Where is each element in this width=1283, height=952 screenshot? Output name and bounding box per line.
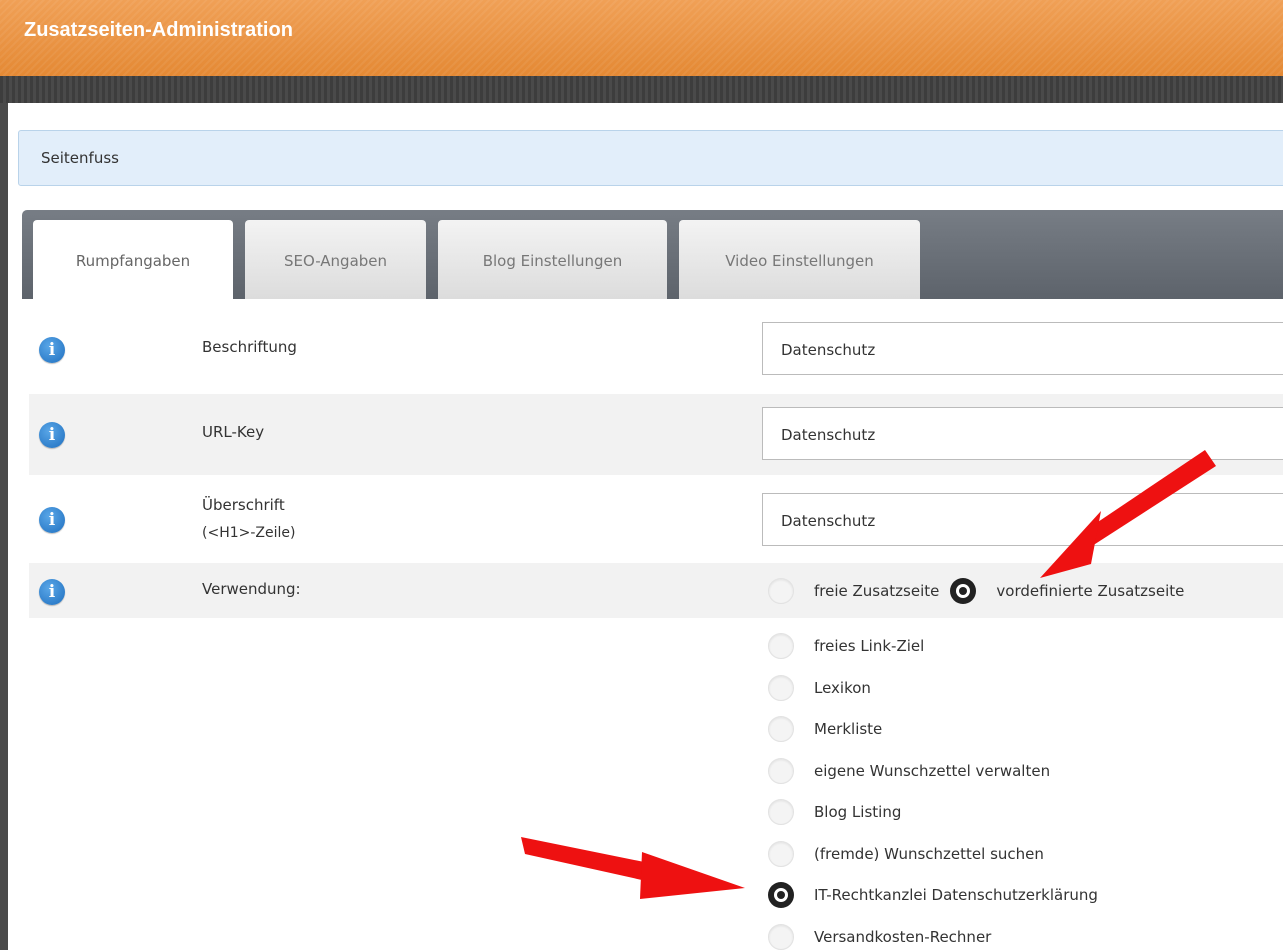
radio-label: Blog Listing [814,803,902,821]
section-title: Seitenfuss [41,149,119,167]
radio-lexikon[interactable] [768,675,794,701]
list-item: (fremde) Wunschzettel suchen [768,839,1044,869]
radio-eigene-wunschzettel[interactable] [768,758,794,784]
info-icon[interactable]: i [39,507,65,533]
radio-versandkosten-rechner[interactable] [768,924,794,950]
list-item: Versandkosten-Rechner [768,922,991,952]
beschriftung-label: Beschriftung [202,338,297,356]
tab-video-einstellungen[interactable]: Video Einstellungen [679,220,920,299]
radio-label: freies Link-Ziel [814,637,925,655]
url-key-input[interactable] [762,407,1283,460]
radio-freie-zusatzseite[interactable] [768,578,794,604]
ueberschrift-sublabel: (<H1>-Zeile) [202,525,296,541]
radio-freies-link-ziel[interactable] [768,633,794,659]
ueberschrift-input[interactable] [762,493,1283,546]
radio-label: Merkliste [814,720,883,738]
tab-bar: Rumpfangaben SEO-Angaben Blog Einstellun… [22,210,1283,299]
ueberschrift-label: Überschrift [202,496,285,514]
beschriftung-input[interactable] [762,322,1283,375]
radio-fremde-wunschzettel[interactable] [768,841,794,867]
radio-label: Versandkosten-Rechner [814,928,992,946]
info-icon[interactable]: i [39,337,65,363]
list-item: Blog Listing [768,797,901,827]
radio-label: eigene Wunschzettel verwalten [814,762,1051,780]
list-item: Lexikon [768,673,871,703]
tab-blog-einstellungen[interactable]: Blog Einstellungen [438,220,667,299]
info-icon[interactable]: i [39,422,65,448]
list-item: freies Link-Ziel [768,631,924,661]
radio-blog-listing[interactable] [768,799,794,825]
radio-label: Lexikon [814,679,871,697]
verwendung-label: Verwendung: [202,580,301,598]
toolbar-strip [0,76,1283,103]
left-border [0,103,8,950]
list-item: IT-Rechtkanzlei Datenschutzerklärung [768,880,1098,910]
window-title: Zusatzseiten-Administration [24,19,293,41]
radio-label: vordefinierte Zusatzseite [996,582,1185,600]
url-key-label: URL-Key [202,423,265,441]
list-item: eigene Wunschzettel verwalten [768,756,1050,786]
tab-seo-angaben[interactable]: SEO-Angaben [245,220,426,299]
title-bar: Zusatzseiten-Administration [0,0,1283,76]
list-item: Merkliste [768,714,882,744]
tab-rumpfangaben[interactable]: Rumpfangaben [33,220,233,299]
radio-vordefinierte-zusatzseite[interactable] [950,578,977,604]
verwendung-radio-group: freie Zusatzseite vordefinierte Zusatzse… [768,576,1184,606]
radio-label: freie Zusatzseite [814,582,940,600]
radio-label: (fremde) Wunschzettel suchen [814,845,1044,863]
radio-it-rechtkanzlei[interactable] [768,882,794,908]
info-icon[interactable]: i [39,579,65,605]
radio-label: IT-Rechtkanzlei Datenschutzerklärung [814,886,1098,904]
radio-merkliste[interactable] [768,716,794,742]
section-header: Seitenfuss [18,130,1283,186]
